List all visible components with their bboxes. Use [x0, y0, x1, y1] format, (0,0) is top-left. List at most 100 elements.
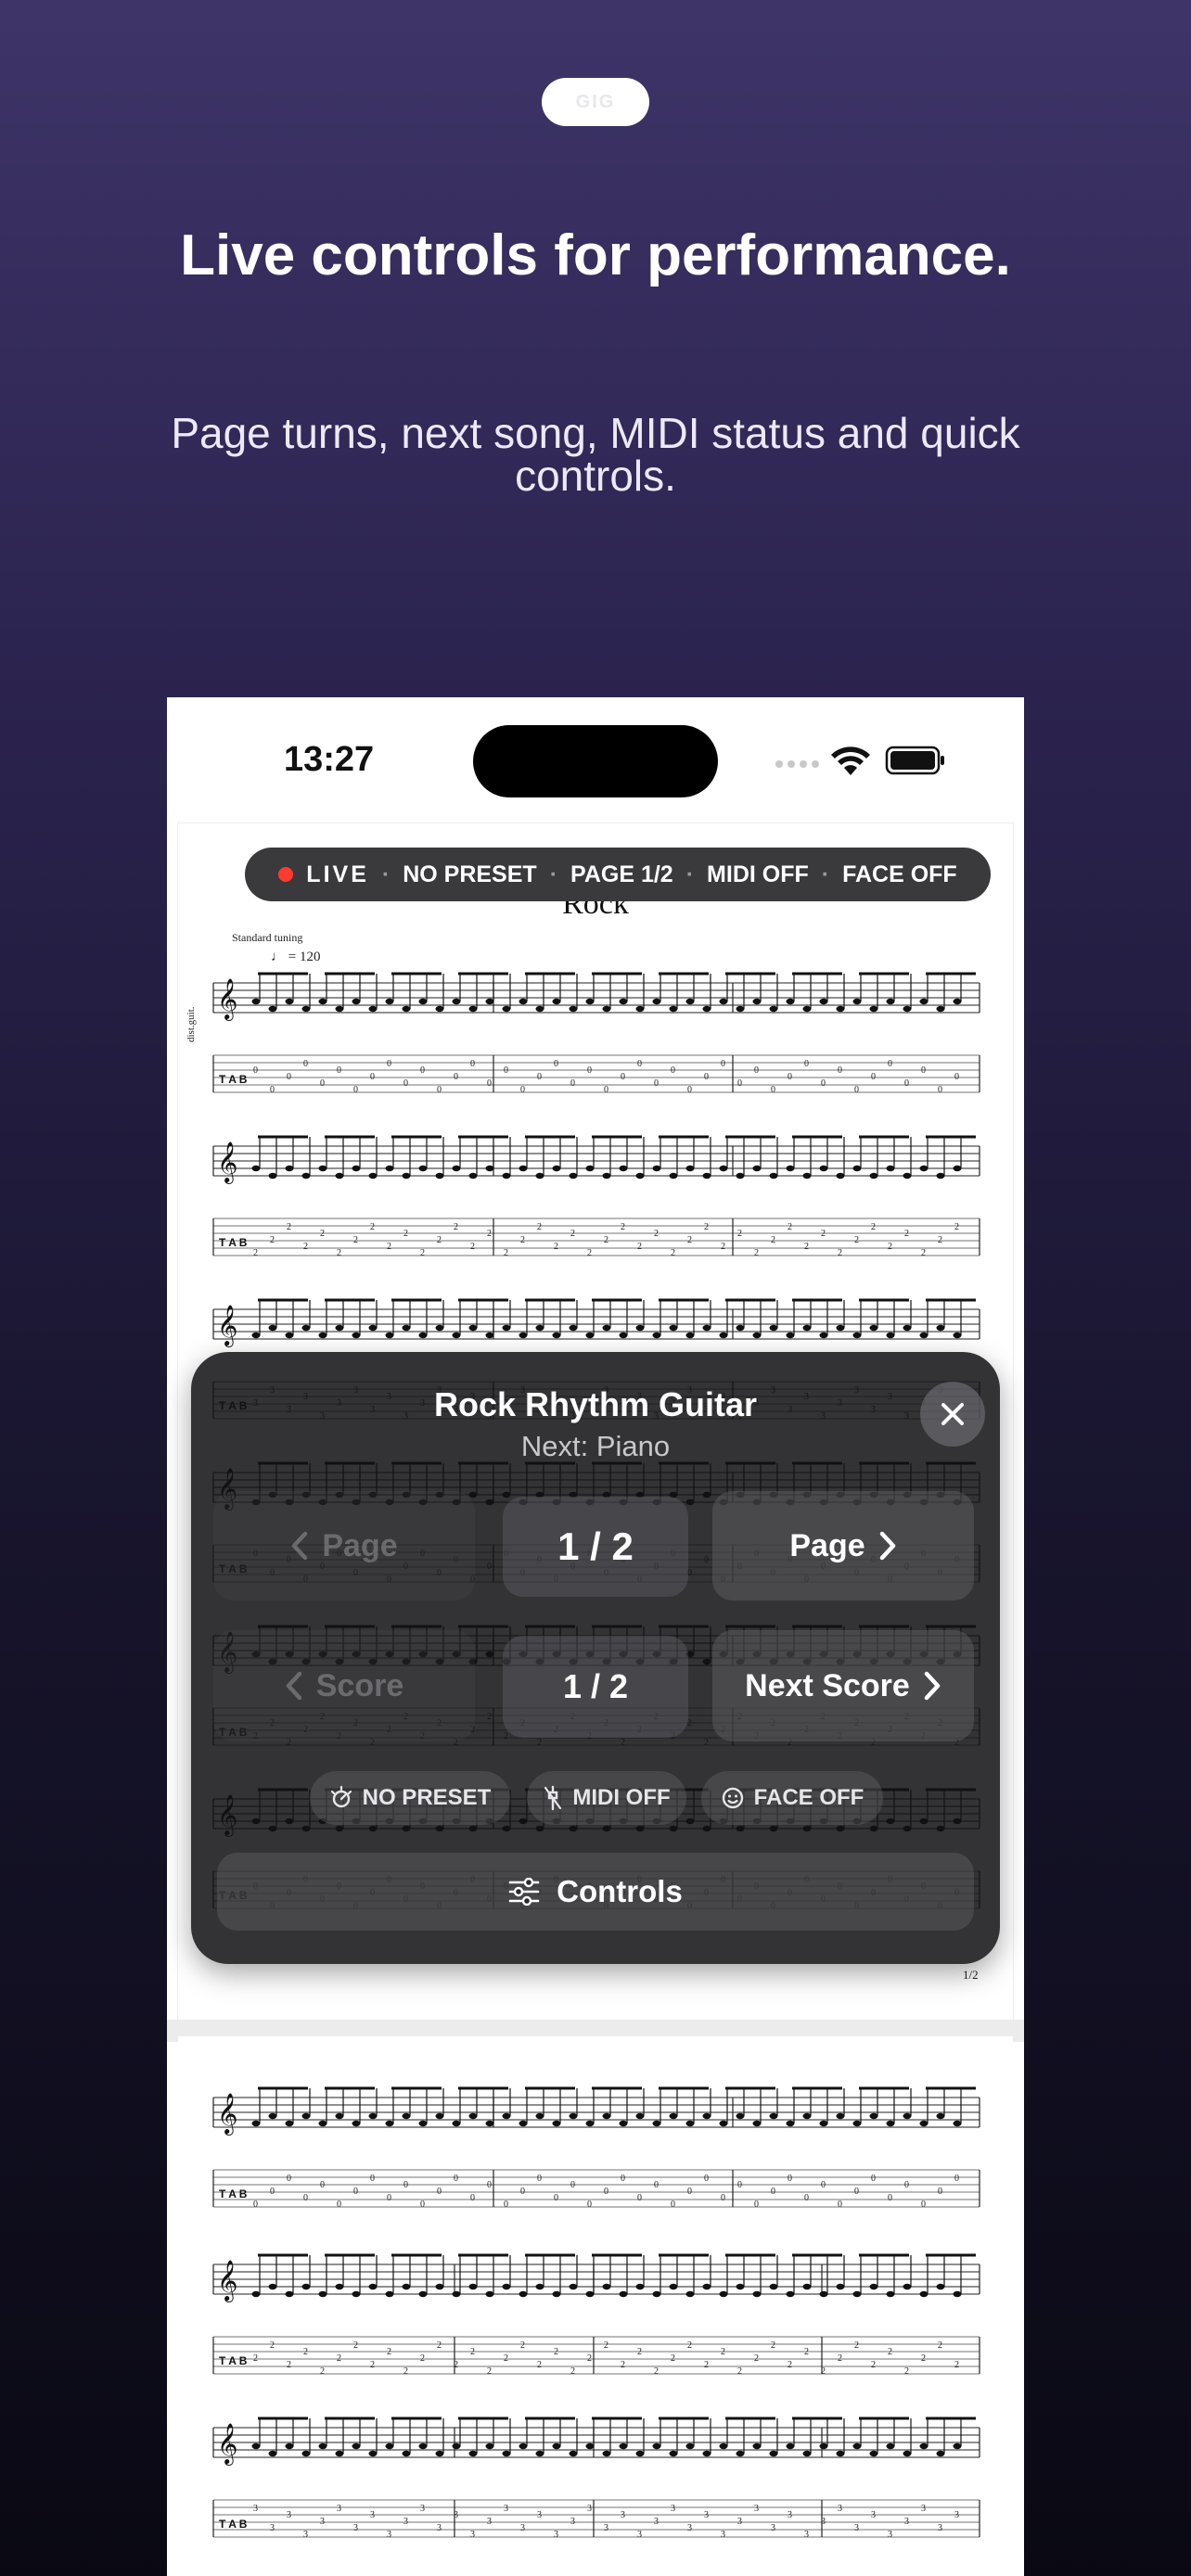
- svg-text:2: 2: [487, 2366, 492, 2377]
- svg-text:0: 0: [537, 1072, 542, 1082]
- svg-text:0: 0: [637, 1059, 642, 1069]
- svg-text:3: 3: [871, 2510, 876, 2520]
- face-icon: [722, 1787, 743, 1809]
- svg-text:3: 3: [854, 2523, 859, 2533]
- face-chip[interactable]: FACE OFF: [701, 1771, 883, 1825]
- next-score-button[interactable]: Next Score: [712, 1630, 974, 1741]
- svg-text:3: 3: [888, 2530, 892, 2540]
- svg-text:2: 2: [604, 1235, 608, 1245]
- svg-text:0: 0: [671, 2200, 675, 2210]
- svg-text:2: 2: [621, 1222, 625, 1232]
- svg-text:2: 2: [403, 2366, 408, 2377]
- svg-text:2: 2: [454, 1222, 458, 1232]
- svg-text:0: 0: [520, 2187, 525, 2197]
- instrument-label: dist.guit.: [186, 1006, 197, 1042]
- svg-text:0: 0: [754, 1065, 759, 1076]
- phone-screen: 13:27 0000000000000000000000000000000000…: [167, 697, 1024, 2576]
- svg-text:2: 2: [954, 1222, 959, 1232]
- page-status: PAGE 1/2: [570, 861, 673, 887]
- chevron-left-icon: [286, 1671, 301, 1701]
- svg-text:2: 2: [854, 2340, 859, 2351]
- svg-text:0: 0: [554, 2193, 558, 2203]
- svg-text:2: 2: [337, 2353, 341, 2364]
- svg-text:0: 0: [621, 2174, 625, 2184]
- svg-text:0: 0: [454, 1072, 458, 1082]
- svg-text:2: 2: [403, 1229, 408, 1239]
- svg-text:2: 2: [470, 2347, 475, 2357]
- svg-text:0: 0: [704, 1072, 709, 1082]
- svg-text:0: 0: [938, 1085, 942, 1095]
- svg-text:0: 0: [370, 2174, 375, 2184]
- svg-text:2: 2: [387, 2347, 391, 2357]
- svg-text:2: 2: [437, 1235, 442, 1245]
- svg-text:0: 0: [570, 2180, 575, 2190]
- live-label: LIVE: [306, 861, 369, 887]
- svg-text:T A B: T A B: [219, 2518, 248, 2531]
- svg-text:2: 2: [671, 1248, 675, 1258]
- svg-text:3: 3: [671, 2504, 675, 2514]
- svg-text:2: 2: [721, 2347, 725, 2357]
- controls-button[interactable]: Controls: [217, 1853, 974, 1931]
- svg-text:3: 3: [554, 2530, 558, 2540]
- svg-text:2: 2: [287, 2360, 291, 2370]
- svg-text:2: 2: [370, 1222, 375, 1232]
- svg-text:0: 0: [854, 2187, 859, 2197]
- svg-text:0: 0: [604, 1085, 608, 1095]
- svg-text:0: 0: [854, 1085, 859, 1095]
- svg-text:0: 0: [303, 2193, 308, 2203]
- svg-text:0: 0: [637, 2193, 642, 2203]
- svg-text:3: 3: [737, 2517, 742, 2527]
- svg-text:3: 3: [771, 2523, 775, 2533]
- svg-text:3: 3: [570, 2517, 575, 2527]
- previous-score-button[interactable]: Score: [213, 1630, 475, 1741]
- svg-text:2: 2: [337, 1248, 341, 1258]
- svg-text:2: 2: [420, 2353, 425, 2364]
- svg-text:0: 0: [587, 1065, 592, 1076]
- svg-text:2: 2: [504, 2353, 508, 2364]
- svg-text:3: 3: [687, 2523, 692, 2533]
- svg-text:3: 3: [320, 2517, 325, 2527]
- subhead: Page turns, next song, MIDI status and q…: [171, 409, 1020, 500]
- svg-text:2: 2: [387, 1242, 391, 1252]
- svg-text:2: 2: [804, 2347, 809, 2357]
- svg-text:2: 2: [437, 2340, 442, 2351]
- svg-text:0: 0: [587, 2200, 592, 2210]
- svg-text:𝄞: 𝄞: [217, 1305, 237, 1347]
- preset-chip[interactable]: NO PRESET: [310, 1771, 510, 1825]
- svg-text:0: 0: [504, 1065, 508, 1076]
- svg-text:2: 2: [353, 2340, 358, 2351]
- svg-text:2: 2: [687, 2340, 692, 2351]
- svg-text:2: 2: [821, 1229, 826, 1239]
- svg-text:3: 3: [537, 2510, 542, 2520]
- svg-text:3: 3: [721, 2530, 725, 2540]
- svg-text:2: 2: [771, 2340, 775, 2351]
- svg-text:0: 0: [788, 2174, 792, 2184]
- close-icon: [941, 1403, 964, 1425]
- svg-text:3: 3: [287, 2510, 291, 2520]
- svg-text:3: 3: [838, 2504, 842, 2514]
- svg-text:3: 3: [270, 2523, 275, 2533]
- close-button[interactable]: [920, 1382, 985, 1447]
- svg-text:0: 0: [838, 2200, 842, 2210]
- svg-text:𝄞: 𝄞: [217, 978, 237, 1021]
- svg-text:2: 2: [320, 2366, 325, 2377]
- svg-text:3: 3: [437, 2523, 442, 2533]
- svg-text:0: 0: [420, 2200, 425, 2210]
- svg-text:0: 0: [737, 1078, 742, 1089]
- svg-text:0: 0: [570, 1078, 575, 1089]
- svg-text:0: 0: [487, 2180, 492, 2190]
- svg-text:0: 0: [771, 1085, 775, 1095]
- chevron-right-icon: [879, 1531, 895, 1561]
- svg-text:0: 0: [287, 1072, 291, 1082]
- svg-text:3: 3: [370, 2510, 375, 2520]
- face-status: FACE OFF: [842, 861, 957, 887]
- svg-text:0: 0: [654, 1078, 659, 1089]
- svg-text:0: 0: [520, 1085, 525, 1095]
- midi-chip[interactable]: MIDI OFF: [527, 1771, 686, 1825]
- next-page-button[interactable]: Page: [712, 1491, 974, 1600]
- svg-text:0: 0: [387, 2193, 391, 2203]
- previous-page-button[interactable]: Page: [213, 1491, 475, 1600]
- svg-text:𝄞: 𝄞: [217, 2423, 237, 2466]
- svg-text:3: 3: [821, 2517, 826, 2527]
- svg-text:0: 0: [754, 2200, 759, 2210]
